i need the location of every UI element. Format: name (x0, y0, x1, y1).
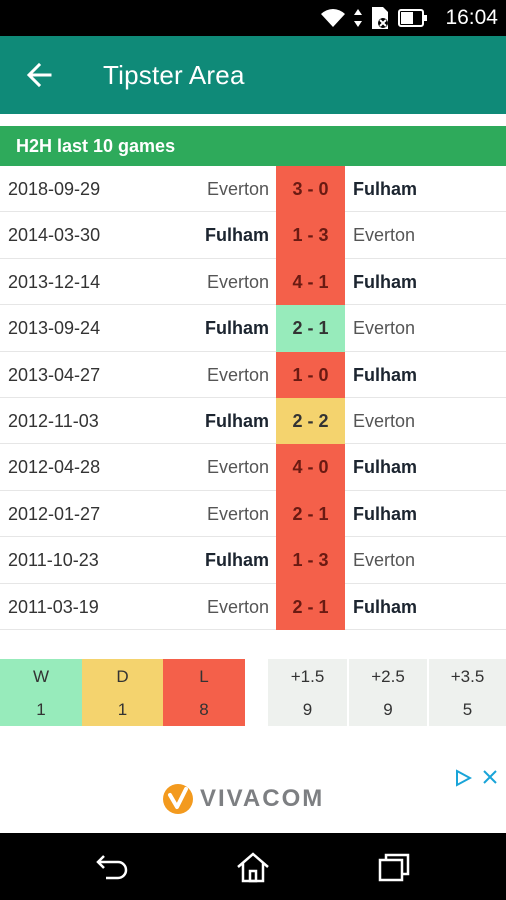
h2h-games-list: 2018-09-29 Everton 3 - 0 Fulham 2014-03-… (0, 166, 506, 630)
game-score: 2 - 1 (276, 305, 345, 352)
game-score: 3 - 0 (276, 166, 345, 213)
home-team: Fulham (204, 410, 269, 431)
data-transfer-icon (354, 9, 362, 27)
game-row[interactable]: 2013-09-24 Fulham 2 - 1 Everton (0, 305, 506, 352)
game-score: 2 - 2 (276, 397, 345, 445)
game-date: 2012-04-28 (8, 457, 101, 478)
game-date: 2011-10-23 (8, 550, 99, 571)
h2h-summary: W 1 D 1 L 8 +1.5 9 +2.5 9 +3.5 5 (0, 659, 506, 726)
status-bar: 16:04 (0, 0, 506, 36)
summary-wins: W 1 (0, 659, 82, 726)
nav-home-icon (237, 852, 269, 883)
summary-label: +3.5 (450, 667, 485, 686)
game-row[interactable]: 2012-11-03 Fulham 2 - 2 Everton (0, 397, 506, 445)
home-team: Everton (206, 271, 269, 292)
game-score: 4 - 1 (276, 258, 345, 306)
game-date: 2012-11-03 (8, 410, 99, 431)
home-team: Fulham (204, 225, 269, 246)
ad-brand: VIVACOM (200, 785, 325, 812)
game-date: 2018-09-29 (8, 179, 101, 199)
game-row[interactable]: 2014-03-30 Fulham 1 - 3 Everton (0, 212, 506, 259)
close-icon[interactable] (482, 769, 498, 785)
sim-card-icon (372, 7, 388, 29)
game-date: 2011-03-19 (8, 596, 99, 617)
summary-value: 9 (302, 700, 313, 719)
nav-recents-button[interactable] (374, 849, 414, 885)
system-navigation-bar (0, 833, 506, 900)
battery-icon (398, 9, 427, 27)
game-date: 2012-01-27 (8, 503, 101, 524)
summary-draws: D 1 (82, 659, 163, 726)
game-score: 1 - 3 (276, 212, 345, 259)
summary-losses: L 8 (163, 659, 245, 726)
summary-label: +2.5 (371, 667, 405, 686)
away-team: Fulham (353, 503, 418, 524)
status-time: 16:04 (445, 6, 498, 29)
game-date: 2014-03-30 (8, 225, 101, 246)
summary-over-1-5: +1.5 9 (266, 659, 347, 726)
game-row[interactable]: 2012-01-27 Everton 2 - 1 Fulham (0, 490, 506, 538)
vivacom-logo[interactable]: VIVACOM (162, 783, 324, 815)
game-date: 2013-12-14 (8, 271, 101, 292)
app-bar: Tipster Area (0, 36, 506, 114)
adchoices-icon[interactable] (454, 769, 472, 787)
game-date: 2013-04-27 (8, 364, 101, 385)
summary-value: 5 (462, 700, 473, 719)
summary-over-2-5: +2.5 9 (347, 659, 427, 726)
home-team: Everton (206, 179, 269, 199)
ad-banner[interactable]: VIVACOM (0, 765, 506, 833)
nav-back-icon (96, 855, 128, 880)
game-score: 2 - 1 (276, 490, 345, 538)
game-row[interactable]: 2012-04-28 Everton 4 - 0 Fulham (0, 444, 506, 491)
game-date: 2013-09-24 (8, 318, 101, 339)
summary-label: W (32, 667, 50, 686)
home-team: Everton (206, 596, 269, 617)
away-team: Fulham (353, 364, 418, 385)
summary-label: +1.5 (290, 667, 325, 686)
away-team: Everton (353, 225, 416, 246)
game-row[interactable]: 2018-09-29 Everton 3 - 0 Fulham (0, 166, 506, 213)
nav-back-button[interactable] (92, 849, 132, 885)
game-row[interactable]: 2011-03-19 Everton 2 - 1 Fulham (0, 583, 506, 630)
nav-recents-icon (378, 853, 410, 882)
away-team: Everton (353, 410, 416, 431)
summary-value: 1 (36, 700, 46, 719)
game-score: 4 - 0 (276, 444, 345, 491)
home-team: Fulham (204, 318, 269, 339)
game-row[interactable]: 2013-04-27 Everton 1 - 0 Fulham (0, 351, 506, 398)
summary-over-3-5: +3.5 5 (427, 659, 506, 726)
status-icons (320, 6, 428, 30)
home-team: Fulham (204, 550, 269, 571)
game-row[interactable]: 2013-12-14 Everton 4 - 1 Fulham (0, 258, 506, 306)
game-score: 1 - 3 (276, 537, 345, 584)
arrow-back-icon (26, 62, 52, 88)
home-team: Everton (206, 503, 269, 524)
section-header: H2H last 10 games (0, 126, 506, 166)
ad-choices[interactable] (454, 769, 498, 787)
away-team: Fulham (353, 457, 418, 478)
away-team: Fulham (353, 179, 418, 199)
nav-home-button[interactable] (233, 849, 273, 885)
back-button[interactable] (22, 58, 56, 92)
vivacom-logo-mark-icon (163, 784, 193, 814)
home-team: Everton (206, 364, 269, 385)
away-team: Fulham (353, 596, 418, 617)
wifi-icon (321, 9, 345, 27)
away-team: Everton (353, 550, 416, 571)
away-team: Fulham (353, 271, 418, 292)
summary-value: 1 (117, 700, 128, 719)
away-team: Everton (353, 318, 416, 339)
home-team: Everton (206, 457, 269, 478)
game-row[interactable]: 2011-10-23 Fulham 1 - 3 Everton (0, 537, 506, 584)
page-title: Tipster Area (103, 60, 245, 90)
game-score: 2 - 1 (276, 583, 345, 630)
summary-value: 9 (383, 700, 393, 719)
game-score: 1 - 0 (276, 351, 345, 398)
summary-label: L (199, 667, 209, 686)
summary-value: 8 (199, 700, 209, 719)
summary-label: D (116, 667, 129, 686)
